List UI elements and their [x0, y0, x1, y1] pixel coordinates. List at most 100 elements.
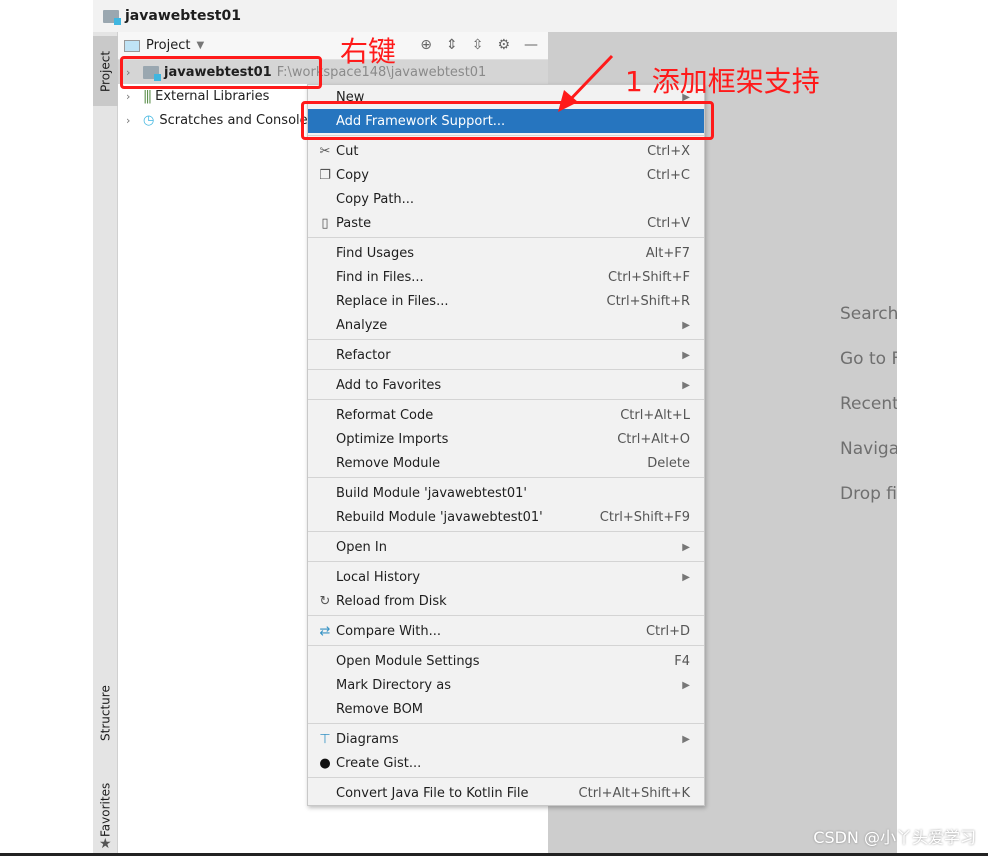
menu-item-cut[interactable]: ✂ Cut Ctrl+X: [308, 139, 704, 163]
menu-item-shortcut: F4: [674, 653, 690, 669]
submenu-arrow-icon: ▶: [682, 679, 690, 691]
menu-item-label: Optimize Imports: [336, 431, 449, 447]
tree-item-label: External Libraries: [155, 88, 270, 104]
minimize-icon[interactable]: —: [524, 37, 538, 53]
collapse-all-icon[interactable]: ⇳: [472, 37, 484, 53]
menu-item-label: Copy: [336, 167, 369, 183]
menu-item-open-in[interactable]: Open In ▶: [308, 535, 704, 559]
menu-item-optimize-imports[interactable]: Optimize Imports Ctrl+Alt+O: [308, 427, 704, 451]
menu-item-label: Remove BOM: [336, 701, 424, 717]
menu-item-shortcut: Ctrl+Alt+L: [620, 407, 690, 423]
menu-item-label: Local History: [336, 569, 421, 585]
annotation-right-click: 右键: [340, 35, 397, 68]
menu-item-compare-with[interactable]: ⇄ Compare With... Ctrl+D: [308, 619, 704, 643]
menu-item-refactor[interactable]: Refactor ▶: [308, 343, 704, 367]
menu-item-shortcut: Ctrl+Alt+Shift+K: [578, 785, 690, 801]
menu-item-label: Add to Favorites: [336, 377, 442, 393]
editor-hint: Navigation Bar: [840, 439, 897, 459]
menu-item-label: Reload from Disk: [336, 593, 447, 609]
window-title: javawebtest01: [125, 8, 241, 24]
diagram-icon: ⊤: [319, 731, 331, 747]
menu-item-label: Replace in Files...: [336, 293, 449, 309]
submenu-arrow-icon: ▶: [682, 319, 690, 331]
menu-item-label: Paste: [336, 215, 372, 231]
menu-item-label: Diagrams: [336, 731, 399, 747]
context-menu: New ▶ Add Framework Support... ✂ Cut Ctrl+X ❐ C…: [307, 84, 705, 806]
scissors-icon: ✂: [319, 143, 331, 159]
menu-item-shortcut: Alt+F7: [645, 245, 690, 261]
menu-item-remove-module[interactable]: Remove Module Delete: [308, 451, 704, 475]
menu-item-label: Reformat Code: [336, 407, 434, 423]
menu-item-paste[interactable]: ▯ Paste Ctrl+V: [308, 211, 704, 235]
menu-item-label: Copy Path...: [336, 191, 415, 207]
chevron-right-icon[interactable]: ›: [126, 114, 138, 127]
menu-item-remove-bom[interactable]: Remove BOM: [308, 697, 704, 721]
github-icon: ●: [319, 755, 331, 771]
reload-icon: ↻: [319, 593, 331, 609]
menu-item-rebuild-module-javawebtest01[interactable]: Rebuild Module 'javawebtest01' Ctrl+Shift…: [308, 505, 704, 529]
menu-item-replace-in-files[interactable]: Replace in Files... Ctrl+Shift+R: [308, 289, 704, 313]
library-icon: |||: [143, 88, 152, 104]
menu-item-shortcut: Ctrl+Shift+R: [606, 293, 691, 309]
tool-tab-favorites[interactable]: Favorites: [93, 780, 118, 840]
menu-item-copy[interactable]: ❐ Copy Ctrl+C: [308, 163, 704, 187]
paste-icon: ▯: [321, 215, 329, 231]
menu-item-label: Find in Files...: [336, 269, 424, 285]
menu-item-mark-directory-as[interactable]: Mark Directory as ▶: [308, 673, 704, 697]
menu-item-label: Remove Module: [336, 455, 441, 471]
menu-item-convert-java-file-to-kotlin-file[interactable]: Convert Java File to Kotlin File Ctrl+Alt…: [308, 781, 704, 805]
menu-item-build-module-javawebtest01[interactable]: Build Module 'javawebtest01': [308, 481, 704, 505]
chevron-down-icon[interactable]: ▼: [196, 40, 204, 51]
menu-item-label: Find Usages: [336, 245, 415, 261]
menu-item-shortcut: Delete: [647, 455, 690, 471]
module-folder-icon: [103, 9, 121, 25]
tool-tab-project[interactable]: Project: [93, 36, 118, 106]
menu-item-local-history[interactable]: Local History ▶: [308, 565, 704, 589]
menu-item-shortcut: Ctrl+Shift+F9: [599, 509, 690, 525]
submenu-arrow-icon: ▶: [682, 379, 690, 391]
menu-item-reformat-code[interactable]: Reformat Code Ctrl+Alt+L: [308, 403, 704, 427]
chevron-right-icon[interactable]: ›: [126, 90, 138, 103]
editor-hint: Drop files here to open: [840, 484, 897, 504]
menu-item-reload-from-disk[interactable]: ↻ Reload from Disk: [308, 589, 704, 613]
tool-tab-structure[interactable]: Structure: [93, 682, 118, 744]
submenu-arrow-icon: ▶: [682, 733, 690, 745]
menu-item-label: Open In: [336, 539, 387, 555]
menu-item-find-usages[interactable]: Find Usages Alt+F7: [308, 241, 704, 265]
menu-item-label: Compare With...: [336, 623, 442, 639]
project-view-dropdown[interactable]: Project: [146, 38, 190, 53]
menu-item-add-to-favorites[interactable]: Add to Favorites ▶: [308, 373, 704, 397]
menu-item-diagrams[interactable]: ⊤ Diagrams ▶: [308, 727, 704, 751]
menu-item-shortcut: Ctrl+D: [645, 623, 690, 639]
menu-item-label: Create Gist...: [336, 755, 422, 771]
submenu-arrow-icon: ▶: [682, 541, 690, 553]
copy-icon: ❐: [319, 167, 331, 183]
editor-hint: Search Everywhere: [840, 304, 897, 324]
menu-item-find-in-files[interactable]: Find in Files... Ctrl+Shift+F: [308, 265, 704, 289]
menu-item-shortcut: Ctrl+Alt+O: [617, 431, 690, 447]
submenu-arrow-icon: ▶: [682, 349, 690, 361]
gear-icon[interactable]: ⚙: [497, 37, 510, 53]
menu-item-label: Refactor: [336, 347, 391, 363]
menu-item-label: Open Module Settings: [336, 653, 480, 669]
expand-all-icon[interactable]: ⇕: [446, 37, 458, 53]
left-tool-stripe: Project Structure Favorites ★: [93, 32, 118, 853]
menu-item-copy-path[interactable]: Copy Path...: [308, 187, 704, 211]
menu-item-shortcut: Ctrl+V: [647, 215, 690, 231]
menu-item-label: Mark Directory as: [336, 677, 451, 693]
star-icon: ★: [99, 836, 112, 852]
menu-item-label: Cut: [336, 143, 359, 159]
annotation-box-module: [120, 56, 322, 89]
project-view-icon: [124, 39, 140, 52]
menu-item-label: Analyze: [336, 317, 388, 333]
editor-hint: Recent Files: [840, 394, 897, 414]
menu-item-open-module-settings[interactable]: Open Module Settings F4: [308, 649, 704, 673]
menu-item-label: Build Module 'javawebtest01': [336, 485, 527, 501]
menu-item-create-gist[interactable]: ● Create Gist...: [308, 751, 704, 775]
annotation-step1: 1 添加框架支持: [625, 65, 820, 98]
menu-item-shortcut: Ctrl+C: [646, 167, 690, 183]
menu-item-analyze[interactable]: Analyze ▶: [308, 313, 704, 337]
locate-icon[interactable]: ⊕: [420, 37, 432, 53]
submenu-arrow-icon: ▶: [682, 571, 690, 583]
scratches-icon: ◷: [143, 112, 155, 128]
